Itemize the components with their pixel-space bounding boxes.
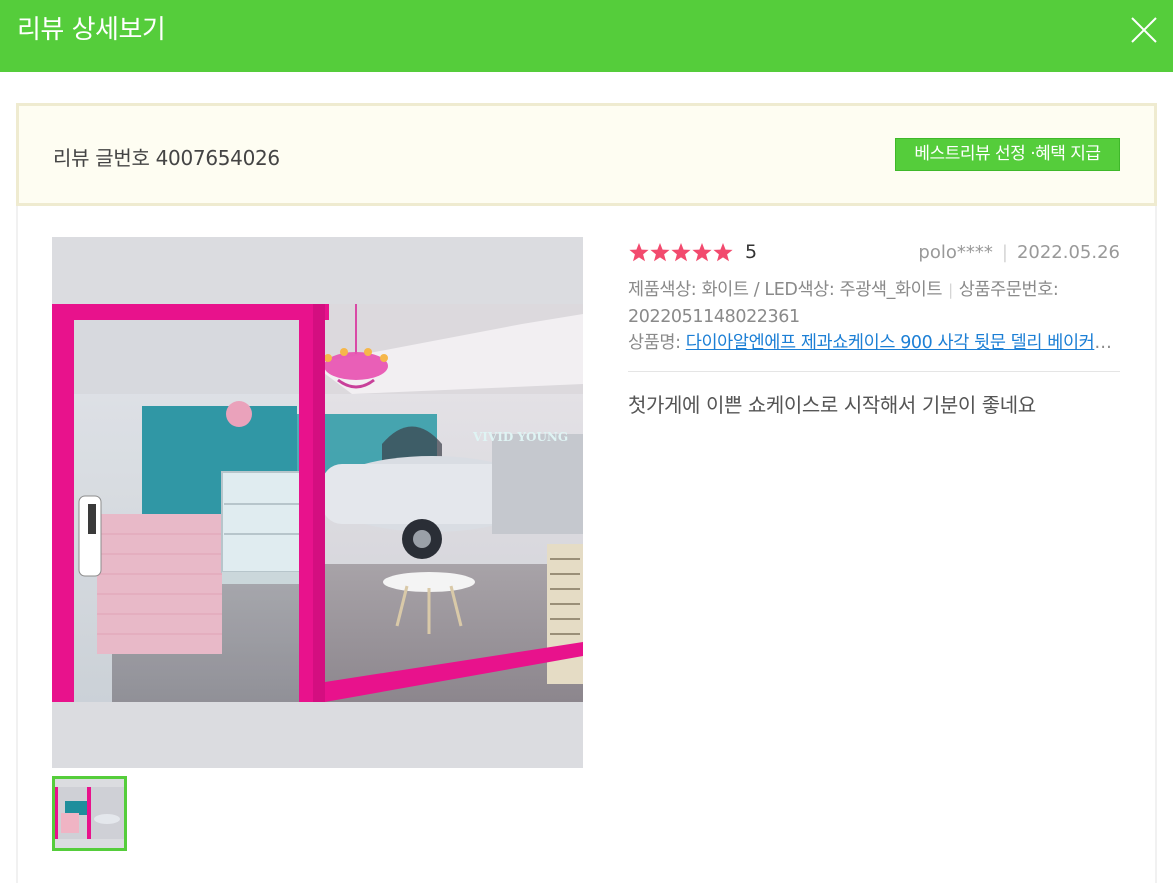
review-info-bar: 리뷰 글번호 4007654026 베스트리뷰 선정 ·혜택 지급 [16, 103, 1157, 206]
modal-header: 리뷰 상세보기 [0, 0, 1173, 72]
photo-sign-text: VIVID YOUNG [472, 430, 568, 444]
photo-thumbnail[interactable] [52, 776, 127, 851]
star-rating-icon [629, 243, 733, 262]
author-id: polo**** [918, 242, 993, 263]
thumbnail-image [55, 779, 124, 848]
product-name-line: 상품명: 다이아알엔에프 제과쇼케이스 900 사각 뒷문 델리 베이커리 냉장… [628, 330, 1120, 356]
review-photo[interactable]: VIVID YOUNG [52, 237, 583, 768]
divider [628, 371, 1120, 372]
review-meta: polo**** | 2022.05.26 [918, 242, 1120, 263]
rating-score: 5 [745, 241, 758, 263]
product-link[interactable]: 다이아알엔에프 제과쇼케이스 900 사각 뒷문 델리 베이커리 냉장쇼케이스 [686, 333, 1120, 353]
store-photo-image: VIVID YOUNG [52, 304, 583, 702]
best-review-button[interactable]: 베스트리뷰 선정 ·혜택 지급 [895, 138, 1120, 171]
meta-separator: | [1001, 242, 1008, 263]
review-date: 2022.05.26 [1016, 242, 1120, 263]
close-button[interactable] [1128, 14, 1160, 46]
product-options: 제품색상: 화이트 / LED색상: 주광색_화이트 | 상품주문번호: 20220… [628, 277, 1120, 330]
option-separator: | [948, 281, 953, 299]
option-text: 제품색상: 화이트 / LED색상: 주광색_화이트 [628, 280, 943, 300]
product-label: 상품명: [628, 333, 686, 353]
review-body: 첫가게에 이쁜 쇼케이스로 시작해서 기분이 좋네요 [628, 393, 1036, 417]
close-icon [1131, 17, 1157, 43]
page-title: 리뷰 상세보기 [17, 15, 166, 45]
review-number: 리뷰 글번호 4007654026 [53, 146, 280, 170]
